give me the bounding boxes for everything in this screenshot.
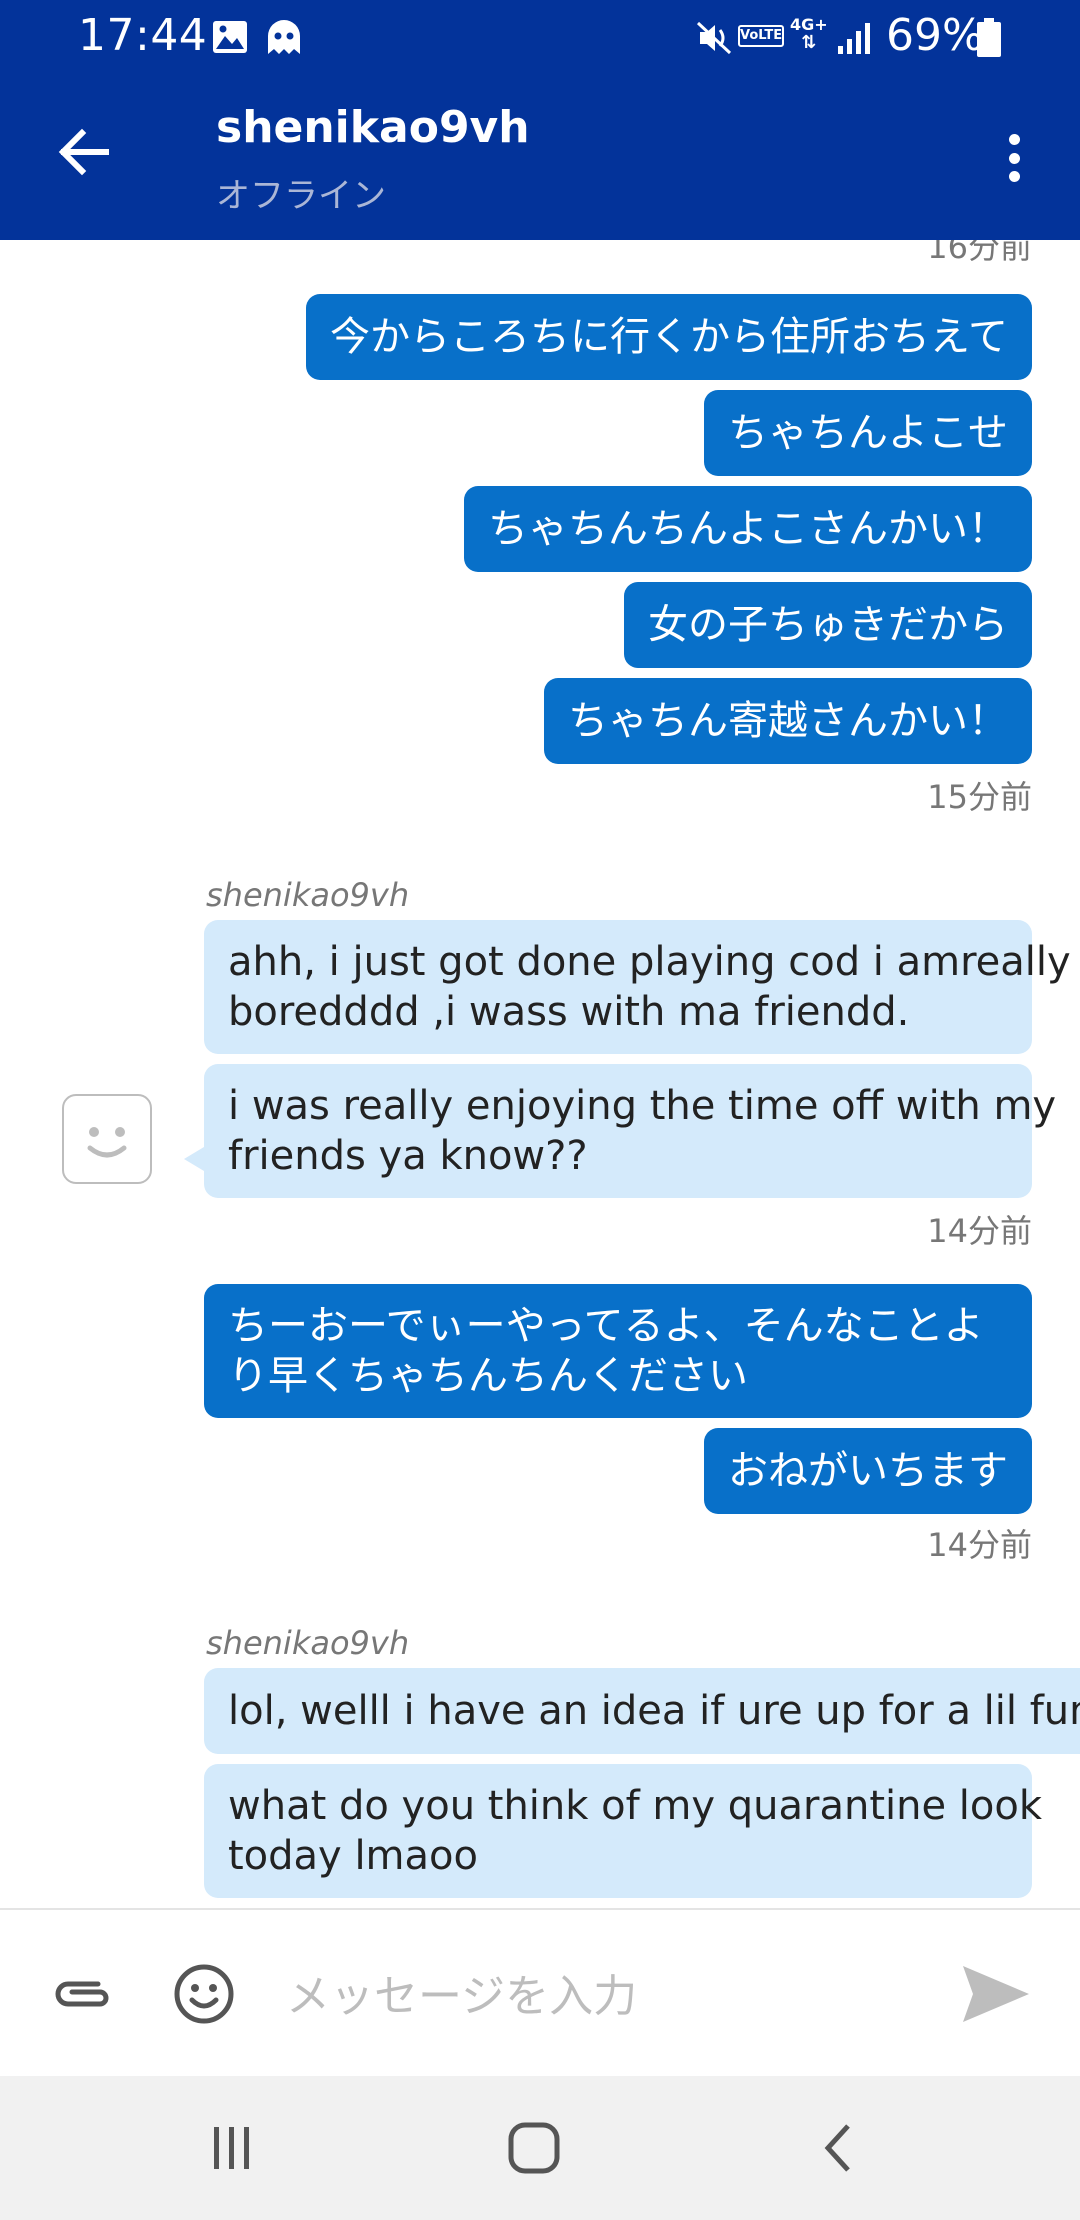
message-line: today lmaoo — [228, 1833, 478, 1879]
message-line: り早くちゃちんちんください — [228, 1353, 748, 1399]
smiley-icon — [174, 1964, 234, 2024]
incoming-message[interactable]: ahh, i just got done playing cod i amrea… — [204, 920, 1071, 1054]
arrow-left-icon — [58, 128, 109, 176]
paperclip-icon — [55, 1981, 109, 2007]
ghost-icon — [264, 18, 304, 60]
status-time: 17:44 — [78, 10, 208, 61]
timestamp: 14分前 — [927, 1212, 1032, 1250]
chevron-left-icon — [824, 2124, 850, 2172]
composer-bar — [0, 1908, 1080, 2076]
back-nav-button[interactable] — [798, 2112, 878, 2184]
recent-apps-icon — [214, 2127, 249, 2169]
more-options-button[interactable] — [990, 128, 1038, 188]
avatar[interactable] — [62, 1094, 152, 1184]
attach-button[interactable] — [48, 1958, 120, 2030]
message-line: friends ya know?? — [228, 1133, 588, 1179]
battery-icon — [976, 18, 1002, 62]
volte-icon: VoLTE — [738, 25, 784, 47]
outgoing-message[interactable]: ちゃちんよこせ — [704, 390, 1032, 476]
system-nav-bar — [0, 2076, 1080, 2220]
message-line: i was really enjoying the time off with … — [228, 1083, 1057, 1129]
more-vert-icon — [1008, 134, 1020, 145]
send-button[interactable] — [956, 1956, 1036, 2032]
back-button[interactable] — [48, 116, 120, 188]
message-line: what do you think of my quarantine look — [228, 1783, 1043, 1829]
message-list[interactable]: 16分前 今からころちに行くから住所おちえて ちゃちんよこせ ちゃちんちんよこさ… — [0, 240, 1080, 1908]
gallery-icon — [212, 20, 248, 58]
send-icon — [963, 1966, 1029, 2022]
battery-percent: 69% — [886, 10, 984, 61]
smiley-avatar-icon — [87, 1127, 127, 1158]
message-line: おねがいちます — [728, 1448, 1008, 1494]
outgoing-message[interactable]: ちゃちんちんよこさんかい！ — [464, 486, 1032, 572]
incoming-message[interactable]: i was really enjoying the time off with … — [204, 1064, 1057, 1198]
sender-name: shenikao9vh — [206, 876, 410, 914]
signal-icon — [836, 20, 872, 60]
home-button[interactable] — [494, 2112, 574, 2184]
incoming-message[interactable]: what do you think of my quarantine look … — [204, 1764, 1043, 1898]
sender-name: shenikao9vh — [206, 1624, 410, 1662]
chat-title: shenikao9vh — [216, 102, 530, 153]
message-line: ahh, i just got done playing cod i amrea… — [228, 939, 1071, 985]
emoji-button[interactable] — [168, 1958, 240, 2030]
home-icon — [508, 2122, 560, 2174]
4g-icon: 4G+ ⇅ — [790, 15, 828, 53]
message-line: lol, welll i have an idea if ure up for … — [228, 1688, 1080, 1734]
app-bar: shenikao9vh オフライン — [0, 76, 1080, 240]
timestamp: 14分前 — [927, 1526, 1032, 1564]
message-input[interactable] — [286, 1964, 926, 2028]
outgoing-message[interactable]: ちーおーでぃーやってるよ、そんなことよ り早くちゃちんちんください — [204, 1284, 1032, 1418]
outgoing-message[interactable]: ちゃちん寄越さんかい！ — [544, 678, 1032, 764]
message-line: boredddd ,i wass with ma friendd. — [228, 989, 910, 1035]
message-line: ちーおーでぃーやってるよ、そんなことよ — [228, 1303, 984, 1349]
status-bar: 17:44 VoLTE 4G+ ⇅ 69% — [0, 0, 1080, 76]
mute-icon — [696, 20, 732, 60]
recent-apps-button[interactable] — [192, 2112, 272, 2184]
incoming-message[interactable]: lol, welll i have an idea if ure up for … — [204, 1668, 1080, 1754]
outgoing-message[interactable]: 女の子ちゅきだから — [624, 582, 1032, 668]
bubble-tail — [184, 1147, 204, 1171]
timestamp: 15分前 — [927, 778, 1032, 816]
timestamp: 16分前 — [927, 240, 1032, 266]
outgoing-message[interactable]: 今からころちに行くから住所おちえて — [306, 294, 1032, 380]
outgoing-message[interactable]: おねがいちます — [704, 1428, 1032, 1514]
presence-status: オフライン — [216, 176, 386, 216]
